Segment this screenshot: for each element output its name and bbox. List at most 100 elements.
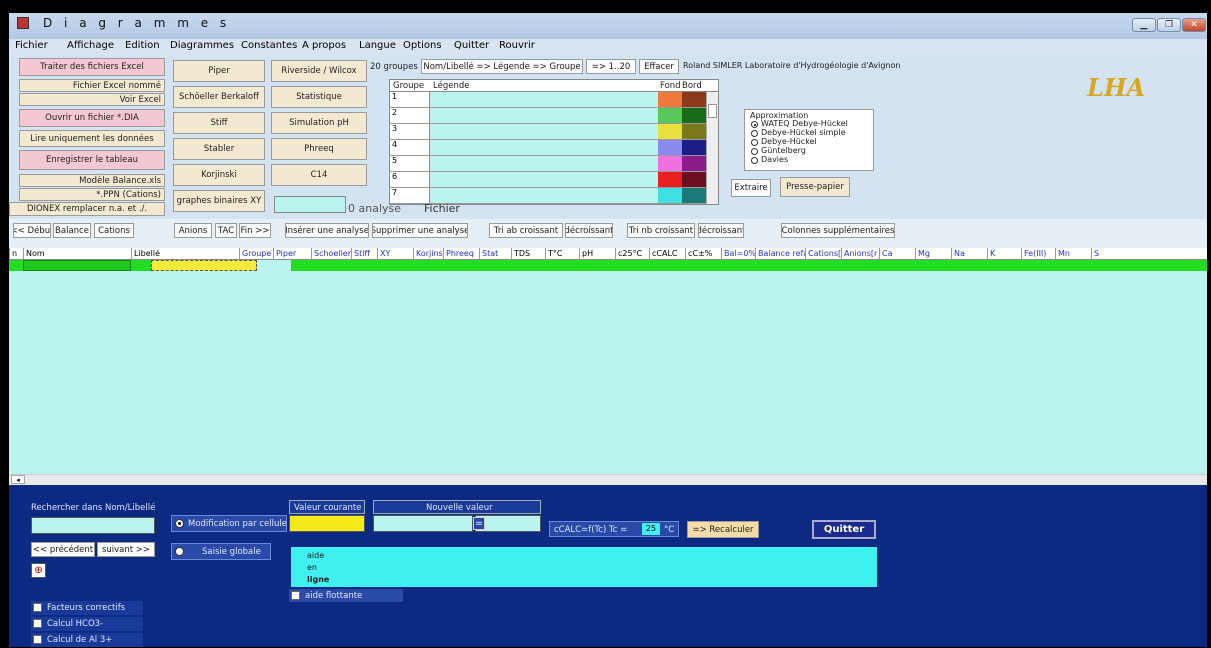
column-header[interactable]: Piper <box>273 248 311 260</box>
voir-excel-button[interactable]: Voir Excel <box>19 93 165 106</box>
hco3-option[interactable]: Calcul HCO3- <box>31 617 143 631</box>
group-legend-cell[interactable] <box>431 92 658 107</box>
column-header[interactable]: Mg <box>915 248 951 260</box>
group-fond-color[interactable] <box>658 172 682 187</box>
column-header[interactable]: c25°C <box>615 248 649 260</box>
fin-button[interactable]: Fin >> <box>239 223 271 238</box>
graphes-binaires-button[interactable]: graphes binaires XY <box>173 190 265 212</box>
group-bord-color[interactable] <box>682 108 706 123</box>
menu-fichier[interactable]: Fichier <box>15 40 48 51</box>
cations-button[interactable]: Cations <box>94 223 134 238</box>
menu-options[interactable]: Options <box>403 40 442 51</box>
column-header[interactable]: Mn <box>1055 248 1091 260</box>
column-header[interactable]: Fe(III) <box>1021 248 1055 260</box>
column-header[interactable]: Schoeller <box>311 248 351 260</box>
extraire-button[interactable]: Extraire <box>731 179 771 197</box>
close-icon[interactable]: ✕ <box>1182 18 1206 32</box>
group-scrollbar[interactable] <box>706 92 718 204</box>
column-header[interactable]: Ca <box>879 248 915 260</box>
colonnes-button[interactable]: Colonnes supplémentaires <box>781 223 895 238</box>
nouvelle-valeur-field[interactable] <box>373 515 473 532</box>
riverside-button[interactable]: Riverside / Wilcox <box>271 60 367 82</box>
recalculer-button[interactable]: => Recalculer <box>687 521 759 538</box>
anions-button[interactable]: Anions <box>174 223 212 238</box>
suivant-button[interactable]: suivant >> <box>97 542 155 557</box>
group-row[interactable]: 5 <box>390 156 706 172</box>
analyse-field[interactable] <box>274 196 346 213</box>
column-header[interactable]: n <box>9 248 23 260</box>
menu-quitter[interactable]: Quitter <box>454 40 489 51</box>
traiter-excel-button[interactable]: Traiter des fichiers Excel <box>19 58 165 76</box>
aide-flottante-option[interactable]: aide flottante <box>289 589 403 602</box>
presse-papier-button[interactable]: Presse-papier <box>780 177 850 197</box>
column-header[interactable]: XY <box>377 248 413 260</box>
korjinski-button[interactable]: Korjinski <box>173 164 265 186</box>
decroissant-nb-button[interactable]: décroissant <box>698 223 744 238</box>
column-header[interactable]: K <box>987 248 1021 260</box>
group-row[interactable]: 1 <box>390 92 706 108</box>
group-bord-color[interactable] <box>682 156 706 171</box>
column-header[interactable]: Stiff <box>351 248 377 260</box>
nom-libelle-button[interactable]: Nom/Libellé => Légende => Groupe <box>421 59 583 74</box>
column-header[interactable]: cC±% <box>685 248 721 260</box>
statistique-button[interactable]: Statistique <box>271 86 367 108</box>
column-header[interactable]: TDS <box>511 248 545 260</box>
facteurs-option[interactable]: Facteurs correctifs <box>31 601 143 615</box>
fichier-excel-nomme-button[interactable]: Fichier Excel nommé <box>19 79 165 92</box>
group-fond-color[interactable] <box>658 156 682 171</box>
group-fond-color[interactable] <box>658 92 682 107</box>
lire-donnees-button[interactable]: Lire uniquement les données <box>19 130 165 147</box>
selected-cell[interactable] <box>151 260 257 271</box>
menu-apropos[interactable]: A propos <box>302 40 346 51</box>
group-fond-color[interactable] <box>658 108 682 123</box>
group-legend-cell[interactable] <box>431 124 658 139</box>
group-fond-color[interactable] <box>658 140 682 155</box>
column-header[interactable]: T°C <box>545 248 579 260</box>
inserer-button[interactable]: Insérer une analyse <box>285 223 369 238</box>
column-header[interactable]: cCALC <box>649 248 685 260</box>
column-header[interactable]: Na <box>951 248 987 260</box>
group-legend-cell[interactable] <box>431 140 658 155</box>
column-header[interactable]: Bal=0% <box>721 248 755 260</box>
menu-affichage[interactable]: Affichage <box>67 40 114 51</box>
column-header[interactable]: Cations[ <box>805 248 841 260</box>
group-bord-color[interactable] <box>682 92 706 107</box>
group-legend-cell[interactable] <box>431 172 658 187</box>
scroll-left-icon[interactable]: ◂ <box>11 475 25 484</box>
column-header[interactable]: Anions[r <box>841 248 879 260</box>
column-header[interactable]: S <box>1091 248 1111 260</box>
group-row[interactable]: 3 <box>390 124 706 140</box>
group-fond-color[interactable] <box>658 188 682 203</box>
supprimer-button[interactable]: Supprimer une analyse <box>372 223 468 238</box>
column-header[interactable]: Korjinski <box>413 248 443 260</box>
group-bord-color[interactable] <box>682 188 706 203</box>
grid-body[interactable] <box>9 271 1207 474</box>
menu-diagrammes[interactable]: Diagrammes <box>170 40 234 51</box>
zoom-icon[interactable]: ⊕ <box>31 563 46 578</box>
modele-balance-button[interactable]: Modèle Balance.xls <box>19 174 165 187</box>
group-legend-cell[interactable] <box>431 156 658 171</box>
quitter-button[interactable]: Quitter <box>812 520 876 539</box>
simulation-ph-button[interactable]: Simulation pH <box>271 112 367 134</box>
c14-button[interactable]: C14 <box>271 164 367 186</box>
range-button[interactable]: => 1..20 <box>586 59 636 74</box>
column-header[interactable]: Nom <box>23 248 131 260</box>
piper-button[interactable]: Piper <box>173 60 265 82</box>
al3-option[interactable]: Calcul de Al 3+ <box>31 633 143 647</box>
debut-button[interactable]: << Début <box>13 223 51 238</box>
balance-button[interactable]: Balance <box>53 223 91 238</box>
column-header[interactable]: Balance refaire <box>755 248 805 260</box>
column-header[interactable]: pH <box>579 248 615 260</box>
enregistrer-tableau-button[interactable]: Enregistrer le tableau <box>19 150 165 170</box>
column-header[interactable]: Groupe <box>239 248 273 260</box>
column-header[interactable]: Stat <box>479 248 511 260</box>
ouvrir-dia-button[interactable]: Ouvrir un fichier *.DIA <box>19 109 165 127</box>
search-input[interactable] <box>31 517 155 534</box>
menu-edition[interactable]: Edition <box>125 40 160 51</box>
table-row[interactable] <box>9 260 1207 271</box>
group-row[interactable]: 2 <box>390 108 706 124</box>
group-fond-color[interactable] <box>658 124 682 139</box>
effacer-button[interactable]: Effacer <box>639 59 679 74</box>
tc-input[interactable]: 25 <box>642 523 660 535</box>
minimize-icon[interactable]: ▁ <box>1132 18 1156 32</box>
